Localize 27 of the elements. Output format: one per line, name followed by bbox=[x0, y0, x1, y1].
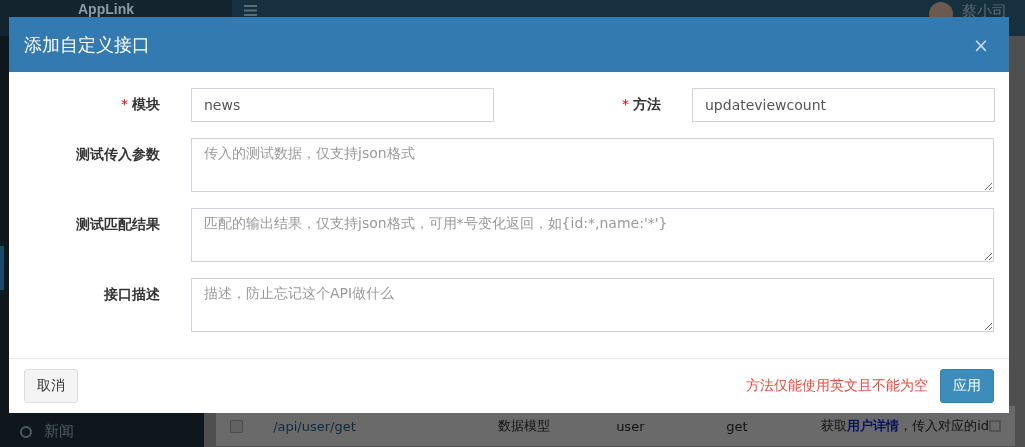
api-path-link[interactable]: /api/user/get bbox=[273, 418, 499, 434]
edit-icon[interactable] bbox=[989, 420, 1001, 432]
menu-icon[interactable] bbox=[244, 5, 257, 16]
field-label: * 方法 bbox=[621, 95, 661, 114]
field-label: 接口描述 bbox=[103, 285, 160, 304]
field-label: 测试传入参数 bbox=[75, 145, 160, 164]
table-cell: 获取用户详情，传入对应的id bbox=[821, 417, 989, 435]
error-message: 方法仅能使用英文且不能为空 bbox=[746, 377, 928, 395]
table-cell-text: get bbox=[726, 418, 749, 434]
text-field[interactable]: updateviewcount bbox=[692, 88, 995, 122]
app-logo-text: AppLink bbox=[78, 2, 134, 17]
field-label: 测试匹配结果 bbox=[75, 215, 160, 234]
cancel-button[interactable]: 取消 bbox=[24, 369, 78, 403]
row-checkbox[interactable] bbox=[230, 419, 244, 433]
sidebar-highlight bbox=[0, 246, 4, 290]
text-field[interactable]: news bbox=[191, 88, 494, 122]
text-area[interactable]: 描述，防止忘记这个API做什么 bbox=[191, 278, 994, 332]
table-cell-text: user bbox=[616, 418, 646, 434]
field-label: * 模块 bbox=[120, 95, 160, 114]
sidebar-item[interactable]: 新闻 bbox=[0, 422, 205, 441]
close-button[interactable]: × bbox=[969, 33, 993, 56]
table-cell-text: 数据模型 bbox=[498, 417, 552, 435]
text-area[interactable]: 匹配的输出结果，仅支持json格式，可用*号变化返回，如{id:*,name:'*'} bbox=[191, 208, 994, 262]
dialog-title: 添加自定义接口 bbox=[24, 32, 150, 57]
text-area[interactable]: 传入的测试数据，仅支持json格式 bbox=[191, 138, 994, 192]
apply-button[interactable]: 应用 bbox=[940, 369, 994, 403]
circle-icon bbox=[20, 425, 32, 438]
